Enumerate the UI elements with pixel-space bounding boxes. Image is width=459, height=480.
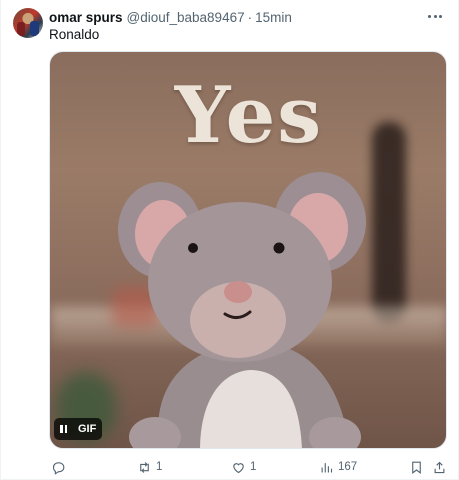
share-button[interactable] [432, 458, 447, 476]
gif-label: GIF [78, 423, 97, 435]
separator-dot: · [247, 10, 253, 25]
heart-icon [233, 462, 244, 473]
tweet-header: omar spurs @diouf_baba89467 · 15min [49, 9, 292, 26]
reply-button[interactable] [51, 458, 70, 476]
gif-control-badge[interactable]: GIF [54, 418, 103, 440]
more-horizontal-icon[interactable] [424, 6, 446, 26]
tweet-timestamp[interactable]: 15min [255, 10, 292, 25]
retweet-count: 1 [156, 461, 163, 473]
avatar-figure-left [17, 22, 25, 36]
views-chart-icon [321, 462, 333, 472]
tweet-text: Ronaldo [49, 27, 100, 42]
pause-icon[interactable] [60, 425, 69, 433]
gif-media[interactable]: Yes GIF [49, 51, 447, 449]
like-button[interactable]: 1 [231, 458, 256, 476]
author-name[interactable]: omar spurs [49, 10, 123, 25]
views-button[interactable]: 167 [319, 458, 357, 476]
bookmark-icon [412, 461, 421, 474]
avatar[interactable] [13, 8, 43, 38]
like-count: 1 [250, 461, 257, 473]
felt-mouse-image [118, 172, 366, 448]
share-icon [434, 461, 445, 473]
bookmark-button[interactable] [409, 458, 424, 476]
tweet-actions: 1 1 167 [49, 458, 447, 476]
views-count: 167 [338, 461, 358, 473]
retweet-icon [140, 461, 149, 473]
avatar-figure-right [30, 21, 39, 36]
reply-icon [52, 461, 65, 475]
retweet-button[interactable]: 1 [137, 458, 162, 476]
author-handle[interactable]: @diouf_baba89467 [127, 10, 245, 25]
tweet[interactable]: omar spurs @diouf_baba89467 · 15min Rona… [0, 0, 459, 480]
